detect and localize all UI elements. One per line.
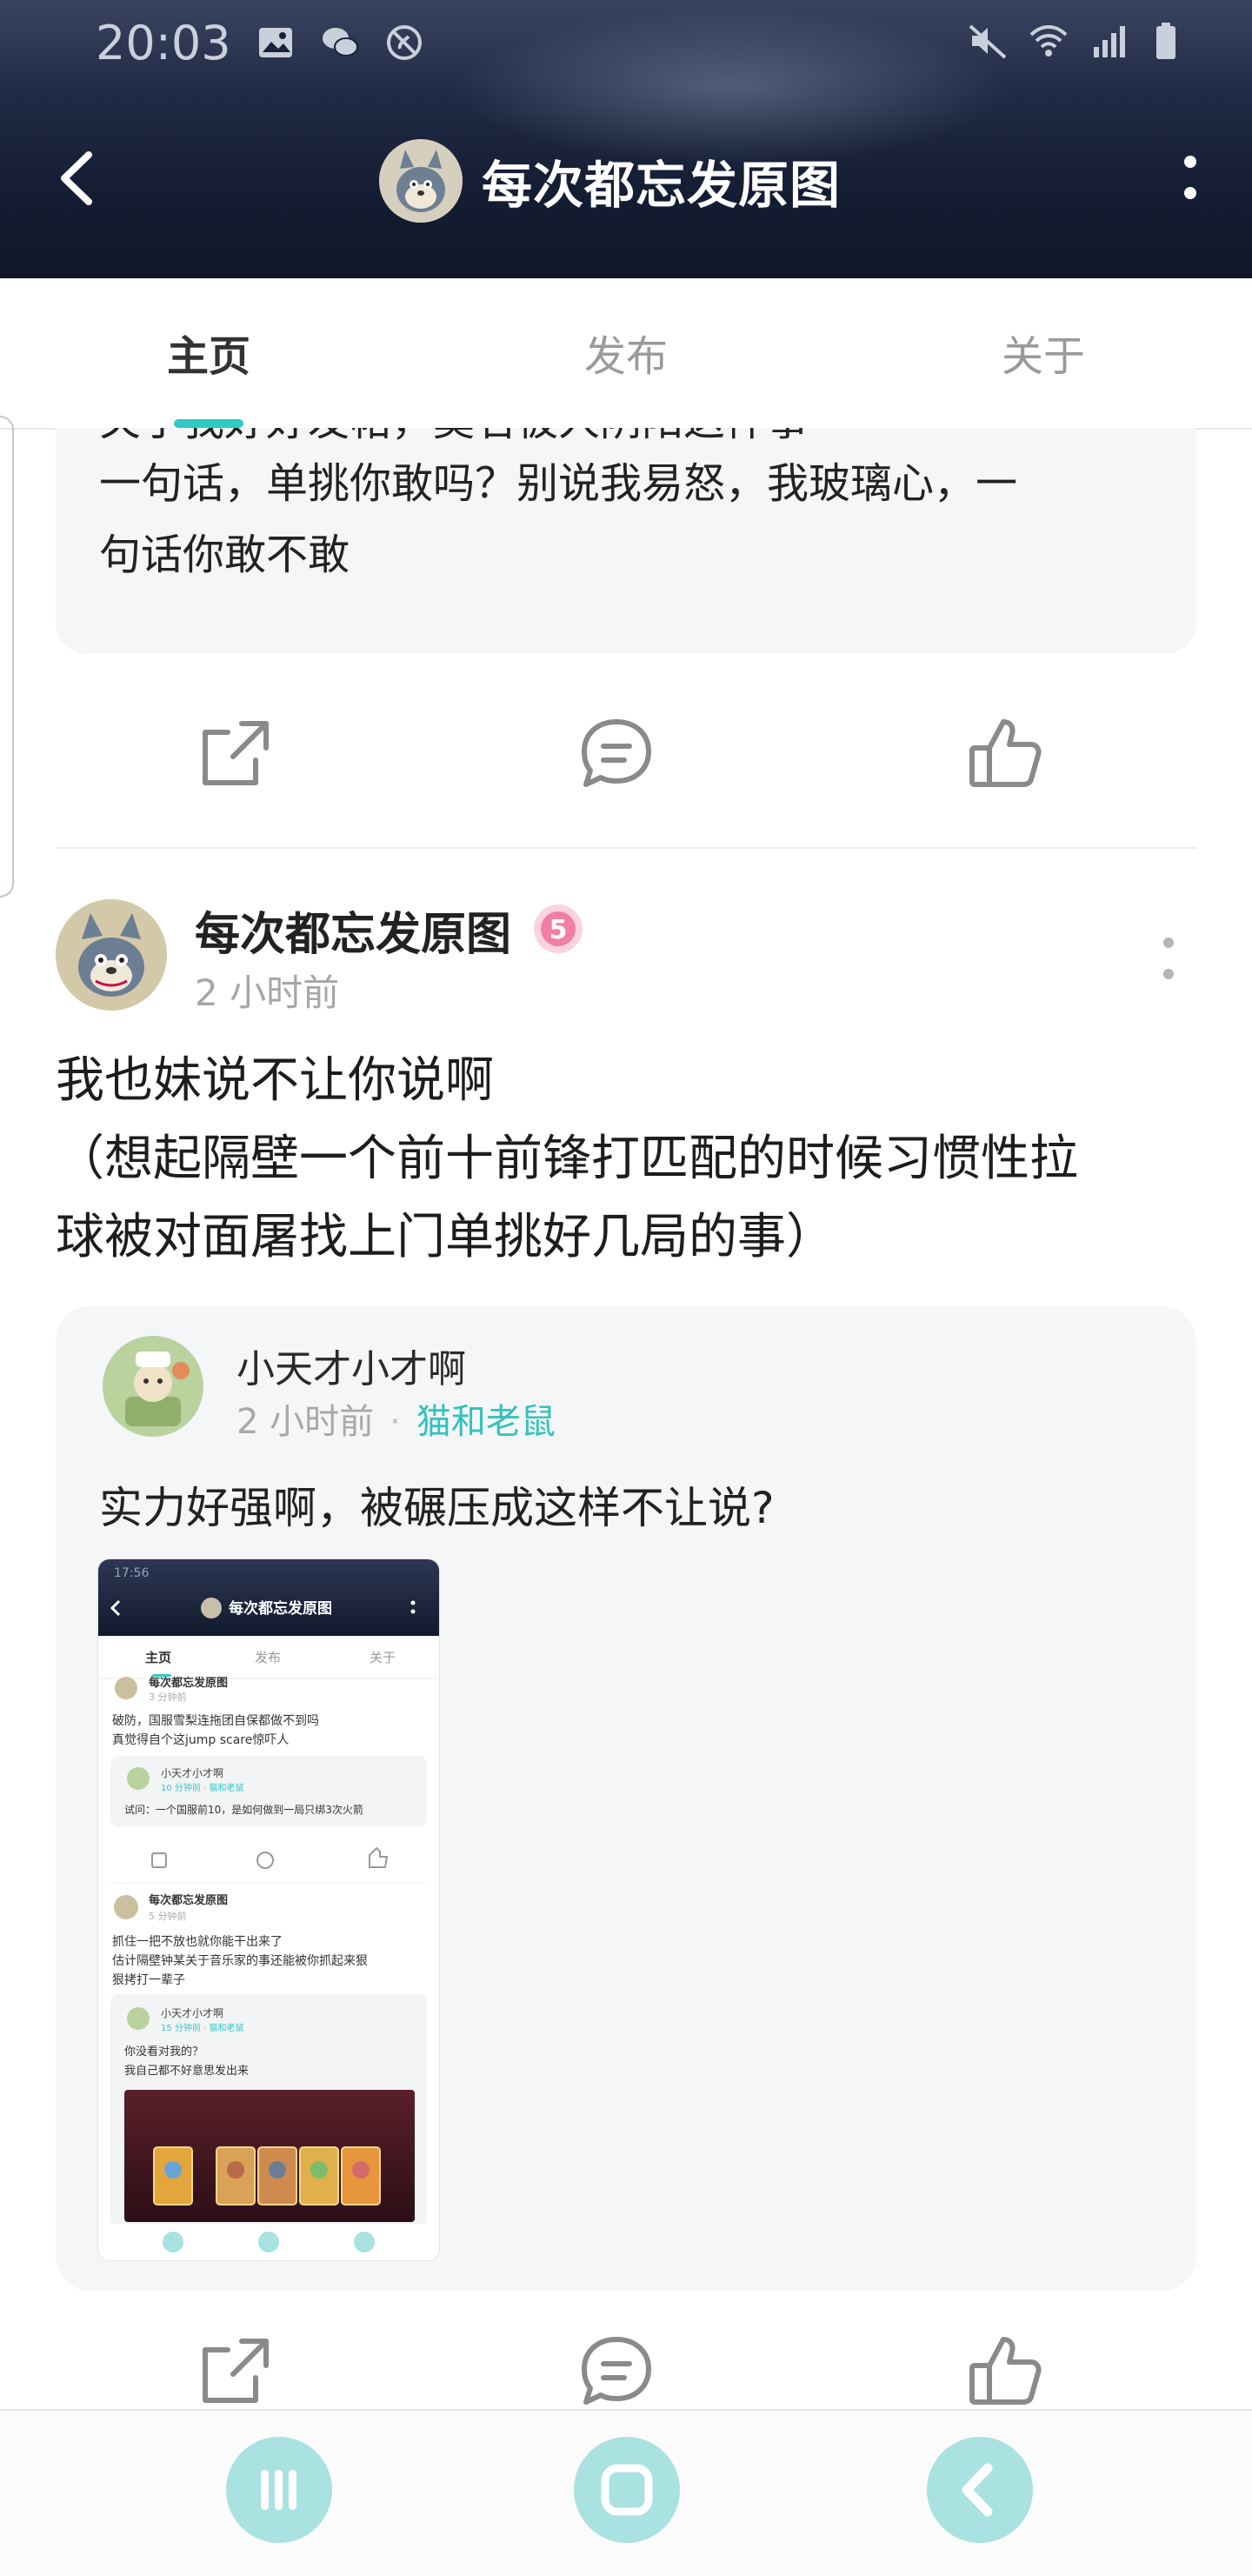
- thumb-text: 真觉得自个这jump scare惊吓人: [112, 1732, 289, 1747]
- post-timestamp: 2 小时前: [195, 971, 340, 1014]
- signal-icon: [1094, 26, 1125, 57]
- post-actions: [0, 2332, 1252, 2409]
- post-body: 我也妹说不让你说啊 （想起隔壁一个前十前锋打匹配的时候习惯性拉 球被对面屠找上门…: [56, 1042, 1203, 1277]
- thumb-nav-back: [354, 2232, 375, 2252]
- thumb-nav-recents: [163, 2232, 183, 2252]
- thumb-tab: 主页: [145, 1650, 171, 1665]
- comment-icon[interactable]: [577, 715, 656, 793]
- status-bar: 20:03: [96, 12, 424, 73]
- header-title: 每次都忘发原图: [482, 156, 842, 215]
- thumb-status-time: 17:56: [114, 1566, 149, 1580]
- quoted-topic-link[interactable]: 猫和老鼠: [416, 1402, 556, 1442]
- quote-line: 关于我好好发帖，莫名被人阴阳这件事: [99, 428, 809, 447]
- thumb-quote-text: 试问：一个国服前10，是如何做到一局只绑3次火箭: [124, 1803, 363, 1816]
- thumb-time: 3 分钟前: [149, 1691, 187, 1703]
- thumb-tab: 关于: [370, 1650, 396, 1665]
- thumb-cards: [153, 2146, 381, 2206]
- share-icon[interactable]: [196, 715, 275, 793]
- thumb-quote-meta: 10 分钟前 · 猫和老鼠: [161, 1782, 243, 1793]
- tab-home[interactable]: 主页: [104, 322, 313, 383]
- like-icon[interactable]: [965, 2332, 1043, 2409]
- quote-line: 句话你敢不敢: [99, 531, 350, 579]
- back-icon: [962, 2463, 993, 2517]
- quote-line: 一句话，单挑你敢吗？别说我易怒，我玻璃心，一: [99, 459, 1018, 508]
- gallery-icon: [258, 28, 292, 57]
- comment-icon[interactable]: [577, 2332, 656, 2409]
- quoted-post-card[interactable]: 小天才小才啊 2 小时前 · 猫和老鼠 实力好强啊，被碾压成这样不让说? 17:56…: [56, 1306, 1196, 2291]
- thumb-tab: 发布: [255, 1650, 281, 1665]
- back-button[interactable]: [927, 2437, 1033, 2543]
- edge-panel-handle[interactable]: [0, 416, 14, 898]
- post-text-line: 我也妹说不让你说啊: [56, 1052, 494, 1109]
- thumb-avatar: [114, 1895, 138, 1919]
- status-time: 20:03: [96, 15, 231, 70]
- post-more-icon[interactable]: [1160, 936, 1177, 991]
- mute-icon: [969, 24, 1007, 59]
- quoted-timestamp: 2 小时前: [236, 1402, 375, 1442]
- level-badge-icon: 5: [534, 904, 583, 953]
- thumb-quote-text: 你没看对我的？: [124, 2045, 203, 2059]
- post-divider: [56, 847, 1196, 849]
- battery-icon: [1156, 23, 1175, 59]
- tab-publish[interactable]: 发布: [522, 322, 730, 383]
- wifi-icon: [1029, 25, 1068, 57]
- feed[interactable]: 关于我好好发帖，莫名被人阴阳这件事 一句话，单挑你敢吗？别说我易怒，我玻璃心，一…: [0, 428, 1252, 2409]
- thumb-avatar: [201, 1598, 222, 1618]
- thumb-more-icon: [410, 1609, 416, 1614]
- screenshot-drawing: 17:56 每次都忘发原图 主页 发布 关于 每次都忘发原图 3 分钟前 破防，…: [98, 1559, 439, 2260]
- thumb-quote-text: 我自己都不好意思发出来: [124, 2064, 249, 2078]
- thumb-avatar: [127, 2007, 150, 2030]
- share-icon[interactable]: [196, 2332, 275, 2409]
- post-actions: [0, 715, 1252, 811]
- thumb-author: 每次都忘发原图: [149, 1893, 228, 1907]
- back-arrow-icon[interactable]: [52, 148, 104, 209]
- header-title-group[interactable]: 每次都忘发原图: [379, 139, 841, 223]
- quoted-post-text: 实力好强啊，被碾压成这样不让说?: [99, 1483, 775, 1533]
- quoted-post-card[interactable]: 关于我好好发帖，莫名被人阴阳这件事 一句话，单挑你敢吗？别说我易怒，我玻璃心，一…: [56, 428, 1196, 654]
- meta-separator: ·: [390, 1402, 401, 1442]
- thumb-text: 抓住一把不放也就你能干出来了: [112, 1935, 283, 1949]
- thumb-more-icon: [410, 1600, 416, 1605]
- app-header: 20:03 每次都忘发原图: [0, 0, 1252, 278]
- recents-button[interactable]: [226, 2437, 332, 2543]
- quoted-author-name[interactable]: 小天才小才啊: [236, 1338, 466, 1393]
- wechat-icon: [322, 28, 358, 57]
- author-name[interactable]: 每次都忘发原图: [195, 898, 511, 963]
- thumb-time: 5 分钟前: [149, 1910, 187, 1922]
- thumb-text: 破防，国服雪梨连拖团自保都做不到吗: [112, 1714, 319, 1728]
- tab-active-indicator: [174, 419, 243, 428]
- tab-about[interactable]: 关于: [939, 322, 1148, 383]
- thumb-title: 每次都忘发原图: [229, 1599, 332, 1618]
- more-options-icon[interactable]: [1177, 153, 1203, 209]
- channel-avatar: [379, 139, 463, 223]
- thumb-quote-author: 小天才小才啊: [161, 2007, 223, 2019]
- like-icon[interactable]: [965, 715, 1043, 793]
- thumb-text: 估计隔壁钟某关于音乐家的事还能被你抓起来狠: [112, 1953, 368, 1968]
- tab-bar: 主页 发布 关于: [0, 278, 1252, 430]
- author-avatar[interactable]: [56, 899, 167, 1011]
- thumb-author: 每次都忘发原图: [149, 1676, 228, 1690]
- quoted-post-meta: 2 小时前 · 猫和老鼠: [236, 1393, 556, 1444]
- thumb-avatar: [127, 1767, 150, 1790]
- level-badge-text: 5: [549, 915, 568, 945]
- thumb-quote-author: 小天才小才啊: [161, 1767, 223, 1779]
- attached-screenshot-image[interactable]: 17:56 每次都忘发原图 主页 发布 关于 每次都忘发原图 3 分钟前 破防，…: [97, 1558, 440, 2261]
- thumb-quote-meta: 15 分钟前 · 猫和老鼠: [161, 2022, 243, 2033]
- status-icons: [967, 21, 1191, 61]
- thumb-nav-home: [258, 2232, 279, 2252]
- home-icon: [601, 2464, 653, 2516]
- thumb-text: 狠拷打一辈子: [112, 1972, 185, 1987]
- home-button[interactable]: [574, 2437, 680, 2543]
- post-text-line: 球被对面屠找上门单挑好几局的事）: [56, 1209, 835, 1265]
- thumb-actions: [151, 1846, 389, 1869]
- blocked-icon: [386, 25, 422, 60]
- recents-icon: [261, 2470, 296, 2510]
- quoted-author-avatar[interactable]: [103, 1336, 203, 1437]
- post-text-line: （想起隔壁一个前十前锋打匹配的时候习惯性拉: [56, 1131, 1078, 1187]
- thumb-avatar: [115, 1677, 137, 1699]
- system-navigation-bar: [0, 2409, 1252, 2576]
